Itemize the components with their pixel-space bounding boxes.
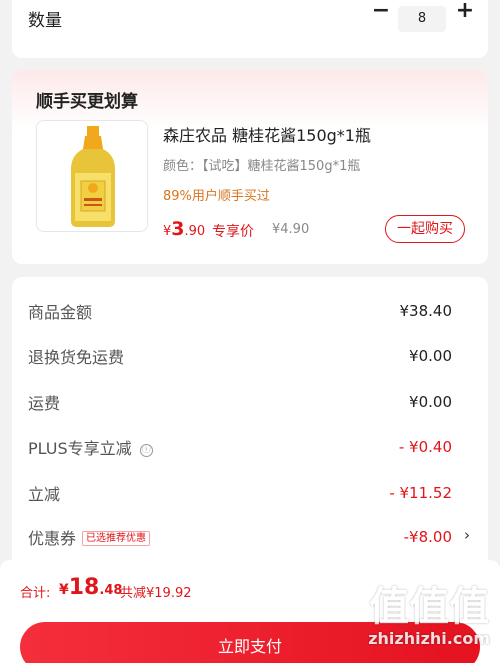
quantity-decrease-button[interactable]: − — [370, 0, 392, 22]
total-integer: 18 — [68, 575, 100, 600]
total-decimal: .48 — [99, 583, 123, 598]
total-amount: ¥18.48 — [59, 575, 122, 600]
summary-row-goods-amount: 商品金额 ¥38.40 — [28, 299, 470, 329]
total-label: 合计: — [20, 586, 51, 601]
quantity-label: 数量 — [28, 11, 62, 31]
summary-row-label: 运费 — [28, 394, 61, 413]
summary-row-label: 优惠券 已选推荐优惠 — [28, 525, 151, 549]
buy-together-button[interactable]: 一起购买 — [385, 215, 465, 243]
summary-row-value: -¥8.00 — [403, 528, 452, 546]
price-decimal: .90 — [184, 224, 206, 239]
total-saved: 共减¥19.92 — [120, 586, 192, 601]
price-integer: 3 — [171, 218, 185, 240]
summary-row-label: 退换货免运费 — [28, 348, 125, 367]
summary-row-plus-discount: PLUS专享立减 ⓘ - ¥0.40 — [28, 435, 470, 465]
summary-row-return-shipping: 退换货免运费 ¥0.00 — [28, 344, 470, 374]
addon-recommendation-card: 顺手买更划算 森庄农品 糖桂花酱150g*1瓶 颜色：【试吃】糖桂花酱150g*… — [12, 70, 488, 264]
product-name[interactable]: 森庄农品 糖桂花酱150g*1瓶 — [163, 122, 371, 146]
summary-row-coupon[interactable]: 优惠券 已选推荐优惠 -¥8.00 › — [28, 525, 470, 555]
summary-row-label: 立减 — [28, 485, 61, 504]
product-price: ¥3.90 — [163, 218, 205, 240]
plus-discount-label: PLUS专享立减 — [28, 439, 132, 458]
addon-section-title: 顺手买更划算 — [36, 92, 138, 112]
summary-row-value: ¥0.00 — [409, 393, 452, 411]
summary-row-shipping: 运费 ¥0.00 — [28, 390, 470, 420]
price-summary-card: 商品金额 ¥38.40 退换货免运费 ¥0.00 运费 ¥0.00 PLUS专享… — [12, 277, 488, 577]
exclusive-price-label: 专享价 — [212, 224, 254, 240]
quantity-input[interactable]: 8 — [398, 6, 446, 32]
watermark-url: zhizhizhi.com — [368, 629, 490, 648]
product-thumbnail[interactable] — [36, 120, 148, 232]
quantity-card: 数量 − 8 + — [12, 0, 488, 58]
summary-row-value: ¥0.00 — [409, 347, 452, 365]
coupon-label: 优惠券 — [28, 529, 77, 548]
original-price: ¥4.90 — [272, 222, 310, 237]
summary-row-instant-discount: 立减 - ¥11.52 — [28, 481, 470, 511]
honey-bottle-image — [37, 121, 147, 231]
summary-row-label: PLUS专享立减 ⓘ — [28, 435, 153, 459]
site-watermark: 值值值 zhizhizhi.com — [368, 585, 490, 648]
summary-row-value: - ¥0.40 — [398, 438, 452, 456]
quantity-increase-button[interactable]: + — [454, 0, 476, 22]
summary-row-label: 商品金额 — [28, 303, 93, 322]
summary-row-value: - ¥11.52 — [389, 484, 452, 502]
watermark-logo: 值值值 — [369, 584, 490, 630]
summary-row-value: ¥38.40 — [399, 302, 453, 320]
total-currency: ¥ — [59, 582, 69, 598]
chevron-right-icon[interactable]: › — [464, 526, 470, 544]
product-bought-rate: 89%用户顺手买过 — [163, 189, 270, 204]
info-icon[interactable]: ⓘ — [139, 444, 153, 457]
product-spec: 颜色：【试吃】糖桂花酱150g*1瓶 — [163, 159, 361, 174]
coupon-selected-tag: 已选推荐优惠 — [82, 531, 151, 546]
